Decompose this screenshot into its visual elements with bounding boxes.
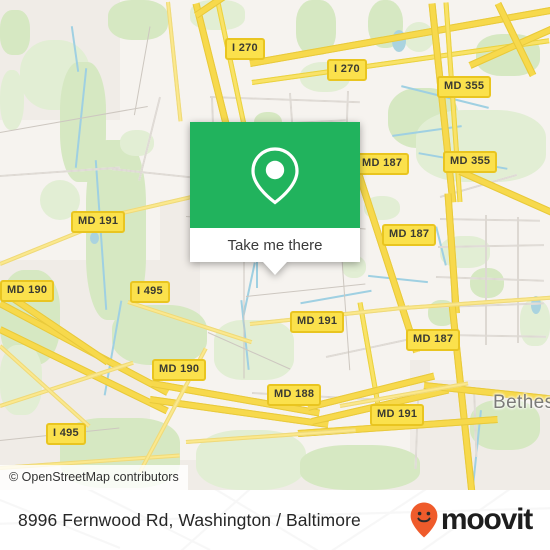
route-shield: MD 187 [406,329,461,351]
route-shield: MD 355 [437,76,492,98]
popup-icon-area[interactable] [190,122,360,228]
route-shield: I 270 [225,38,265,60]
route-shield: MD 355 [443,151,498,173]
route-shield: MD 188 [267,384,322,406]
route-shield: MD 191 [370,404,425,426]
route-shield: MD 191 [71,211,126,233]
route-shield: I 495 [130,281,170,303]
map-canvas[interactable]: Bethesda I 270 I 270 MD 355 MD 355 MD 187 MD … [0,0,550,490]
footer-bar: 8996 Fernwood Rd, Washington / Baltimore… [0,490,550,550]
moovit-wordmark: moovit [440,503,533,536]
popup-pointer [263,262,287,275]
route-shield: MD 187 [382,224,437,246]
address-text: 8996 Fernwood Rd, Washington / Baltimore [18,509,361,530]
route-shield: I 270 [327,59,367,81]
route-shield: MD 190 [152,359,207,381]
route-shield: I 495 [46,423,86,445]
route-shield: MD 190 [0,280,55,302]
moovit-smiley-pin-icon [410,502,438,538]
map-pin-icon [251,147,299,205]
take-me-there-label[interactable]: Take me there [190,228,360,262]
place-label-bethesda: Bethesda [493,392,550,413]
route-shield: MD 191 [290,311,345,333]
osm-attribution[interactable]: © OpenStreetMap contributors [0,465,188,490]
take-me-there-popup[interactable]: Take me there [190,122,360,275]
route-shield: MD 187 [355,153,410,175]
moovit-logo[interactable]: moovit [409,501,533,539]
moovit-map-screenshot: Bethesda I 270 I 270 MD 355 MD 355 MD 187 MD … [0,0,550,550]
